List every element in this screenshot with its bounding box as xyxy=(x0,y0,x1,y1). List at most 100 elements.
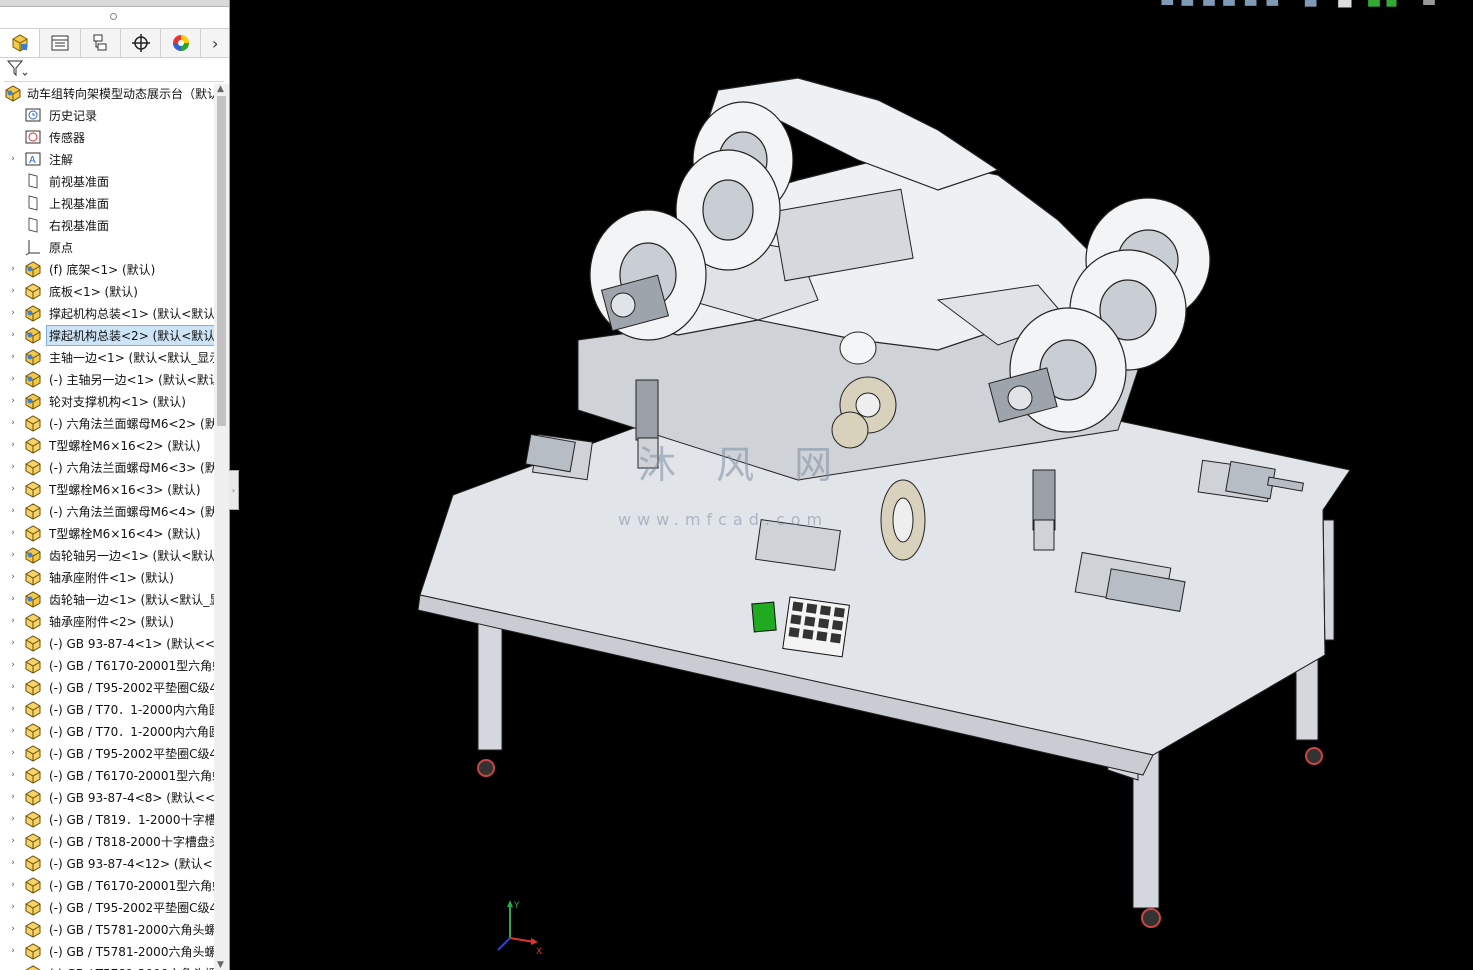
tree-expand-chevron-icon[interactable]: › xyxy=(8,550,18,560)
subassembly-icon xyxy=(24,546,42,564)
tree-item-label: (-) 六角法兰面螺母M6<3> (默 xyxy=(49,460,214,475)
tree-expand-chevron-icon[interactable]: › xyxy=(8,352,18,362)
tab-configuration-manager[interactable] xyxy=(81,29,121,57)
tree-item[interactable]: › 轴承座附件<1> (默认) xyxy=(0,566,214,588)
tree-item[interactable]: › (-) GB / T818-2000十字槽盘头 xyxy=(0,830,214,852)
tab-dimxpert-manager[interactable] xyxy=(121,29,162,57)
graphics-viewport[interactable]: 沐 风 网 www.mfcad.com X Y xyxy=(238,0,1473,970)
tree-expand-chevron-icon[interactable]: › xyxy=(8,286,18,296)
tree-item-label: T型螺栓M6×16<4> (默认) xyxy=(49,526,201,541)
tree-item[interactable]: › (-) GB 93-87-4<1> (默认<<默 xyxy=(0,632,214,654)
tree-expand-chevron-icon[interactable]: › xyxy=(8,770,18,780)
tree-expand-chevron-icon[interactable]: › xyxy=(8,792,18,802)
tree-expand-chevron-icon[interactable]: › xyxy=(8,858,18,868)
tree-item[interactable]: › (-) GB 93-87-4<12> (默认<< xyxy=(0,852,214,874)
tree-expand-chevron-icon[interactable]: › xyxy=(8,572,18,582)
tree-expand-chevron-icon[interactable]: › xyxy=(8,330,18,340)
plane-icon xyxy=(24,194,42,212)
tree-expand-chevron-icon[interactable]: › xyxy=(8,616,18,626)
tree-item[interactable]: › 齿轮轴另一边<1> (默认<默认 xyxy=(0,544,214,566)
tree-scrollbar[interactable]: ▲ ▼ xyxy=(214,84,229,970)
tree-item[interactable]: › (-) 六角法兰面螺母M6<3> (默 xyxy=(0,456,214,478)
tree-item[interactable]: › (-) GB / T70．1-2000内六角圆 xyxy=(0,720,214,742)
tree-item[interactable]: 前视基准面 xyxy=(0,170,214,192)
tab-property-manager[interactable] xyxy=(40,29,81,57)
tree-expand-chevron-icon[interactable]: › xyxy=(8,484,18,494)
tree-item[interactable]: › T型螺栓M6×16<2> (默认) xyxy=(0,434,214,456)
tree-item[interactable]: › (-) GB 93-87-4<8> (默认<<默 xyxy=(0,786,214,808)
tree-item[interactable]: ›(-) GB / T5781-2000六角头螺 xyxy=(0,962,214,970)
tree-expand-chevron-icon[interactable]: › xyxy=(8,682,18,692)
panel-splitter-handle[interactable] xyxy=(110,13,117,20)
tree-item[interactable]: › 撑起机构总装<2> (默认<默认 xyxy=(0,324,214,346)
tree-item[interactable]: › (-) 主轴另一边<1> (默认<默认 xyxy=(0,368,214,390)
tree-expand-chevron-icon[interactable]: › xyxy=(8,946,18,956)
tree-item[interactable]: › (-) GB / T6170-20001型六角螺 xyxy=(0,764,214,786)
scroll-up-icon[interactable]: ▲ xyxy=(217,84,224,94)
panel-top-strip xyxy=(0,0,229,7)
tree-expand-chevron-icon[interactable]: › xyxy=(8,308,18,318)
tree-root-assembly[interactable]: 动车组转向架模型动态展示台（默认 xyxy=(0,82,214,104)
tree-item[interactable]: › 轮对支撑机构<1> (默认) xyxy=(0,390,214,412)
tree-item[interactable]: ›(-) GB / T5781-2000六角头螺 xyxy=(0,940,214,962)
tree-expand-chevron-icon[interactable]: › xyxy=(8,924,18,934)
tree-expand-chevron-icon[interactable]: › xyxy=(8,660,18,670)
tree-expand-chevron-icon[interactable]: › xyxy=(8,440,18,450)
tree-item[interactable]: › (-) GB / T6170-20001型六角螺 xyxy=(0,654,214,676)
tree-expand-chevron-icon[interactable]: › xyxy=(8,880,18,890)
scroll-down-icon[interactable]: ▼ xyxy=(217,960,224,970)
tree-item[interactable]: › (f) 底架<1> (默认) xyxy=(0,258,214,280)
tree-item[interactable]: › (-) GB / T95-2002平垫圈C级4 xyxy=(0,676,214,698)
tree-item[interactable]: › 主轴一边<1> (默认<默认_显示 xyxy=(0,346,214,368)
tree-item[interactable]: › 底板<1> (默认) xyxy=(0,280,214,302)
tree-expand-chevron-icon[interactable]: › xyxy=(8,374,18,384)
tree-expand-chevron-icon[interactable]: › xyxy=(8,264,18,274)
tree-expand-chevron-icon[interactable]: › xyxy=(8,528,18,538)
tree-expand-chevron-icon[interactable]: › xyxy=(8,154,18,164)
tree-filter[interactable] xyxy=(4,57,224,82)
model-3d-render[interactable]: 沐 风 网 www.mfcad.com xyxy=(238,0,1473,970)
tree-item[interactable]: › 撑起机构总装<1> (默认<默认 xyxy=(0,302,214,324)
tree-item[interactable]: › (-) 六角法兰面螺母M6<4> (默 xyxy=(0,500,214,522)
tree-item[interactable]: › A 注解 xyxy=(0,148,214,170)
tree-item[interactable]: › (-) GB / T819．1-2000十字槽 xyxy=(0,808,214,830)
tree-item[interactable]: 上视基准面 xyxy=(0,192,214,214)
tree-item[interactable]: › (-) GB / T95-2002平垫圈C级4 xyxy=(0,742,214,764)
tree-expand-chevron-icon[interactable]: › xyxy=(8,506,18,516)
tree-expand-chevron-icon[interactable]: › xyxy=(8,462,18,472)
tree-expand-chevron-icon[interactable]: › xyxy=(8,836,18,846)
tree-item[interactable]: 传感器 xyxy=(0,126,214,148)
tab-feature-manager[interactable] xyxy=(0,29,41,57)
tree-item[interactable]: ›(-) GB / T5781-2000六角头螺 xyxy=(0,918,214,940)
tree-item[interactable]: 右视基准面 xyxy=(0,214,214,236)
tree-expand-chevron-icon[interactable]: › xyxy=(8,814,18,824)
tree-item[interactable]: › (-) GB / T70．1-2000内六角圆 xyxy=(0,698,214,720)
tree-item[interactable]: › T型螺栓M6×16<4> (默认) xyxy=(0,522,214,544)
tree-expand-chevron-icon[interactable]: › xyxy=(8,726,18,736)
tree-item[interactable]: › 齿轮轴一边<1> (默认<默认_显 xyxy=(0,588,214,610)
tree-expand-chevron-icon[interactable]: › xyxy=(8,418,18,428)
property-list-icon xyxy=(51,35,69,51)
tab-display-manager[interactable] xyxy=(161,29,202,57)
tree-expand-chevron-icon[interactable]: › xyxy=(8,638,18,648)
tree-expand-chevron-icon[interactable]: › xyxy=(8,704,18,714)
tree-item-label: 右视基准面 xyxy=(49,218,110,233)
tree-item[interactable]: › (-) 六角法兰面螺母M6<2> (默 xyxy=(0,412,214,434)
tree-item[interactable]: 历史记录 xyxy=(0,104,214,126)
tree-item-label: (-) GB 93-87-4<12> (默认<< xyxy=(49,856,214,871)
tree-item-label: (-) GB 93-87-4<1> (默认<<默 xyxy=(49,636,214,651)
more-tabs-chevron-icon[interactable]: › xyxy=(201,29,229,57)
tree-item-label: T型螺栓M6×16<2> (默认) xyxy=(49,438,201,453)
tree-expand-chevron-icon[interactable]: › xyxy=(8,594,18,604)
scrollbar-thumb[interactable] xyxy=(217,96,226,426)
tree-item-label: T型螺栓M6×16<3> (默认) xyxy=(49,482,201,497)
tree-item[interactable]: 原点 xyxy=(0,236,214,258)
tree-expand-chevron-icon[interactable]: › xyxy=(8,396,18,406)
coordinate-triad-icon: X Y xyxy=(497,900,542,957)
tree-item[interactable]: › T型螺栓M6×16<3> (默认) xyxy=(0,478,214,500)
tree-expand-chevron-icon[interactable]: › xyxy=(8,748,18,758)
tree-item[interactable]: › 轴承座附件<2> (默认) xyxy=(0,610,214,632)
tree-expand-chevron-icon[interactable]: › xyxy=(8,902,18,912)
tree-item[interactable]: › (-) GB / T95-2002平垫圈C级4 xyxy=(0,896,214,918)
tree-item[interactable]: › (-) GB / T6170-20001型六角螺 xyxy=(0,874,214,896)
